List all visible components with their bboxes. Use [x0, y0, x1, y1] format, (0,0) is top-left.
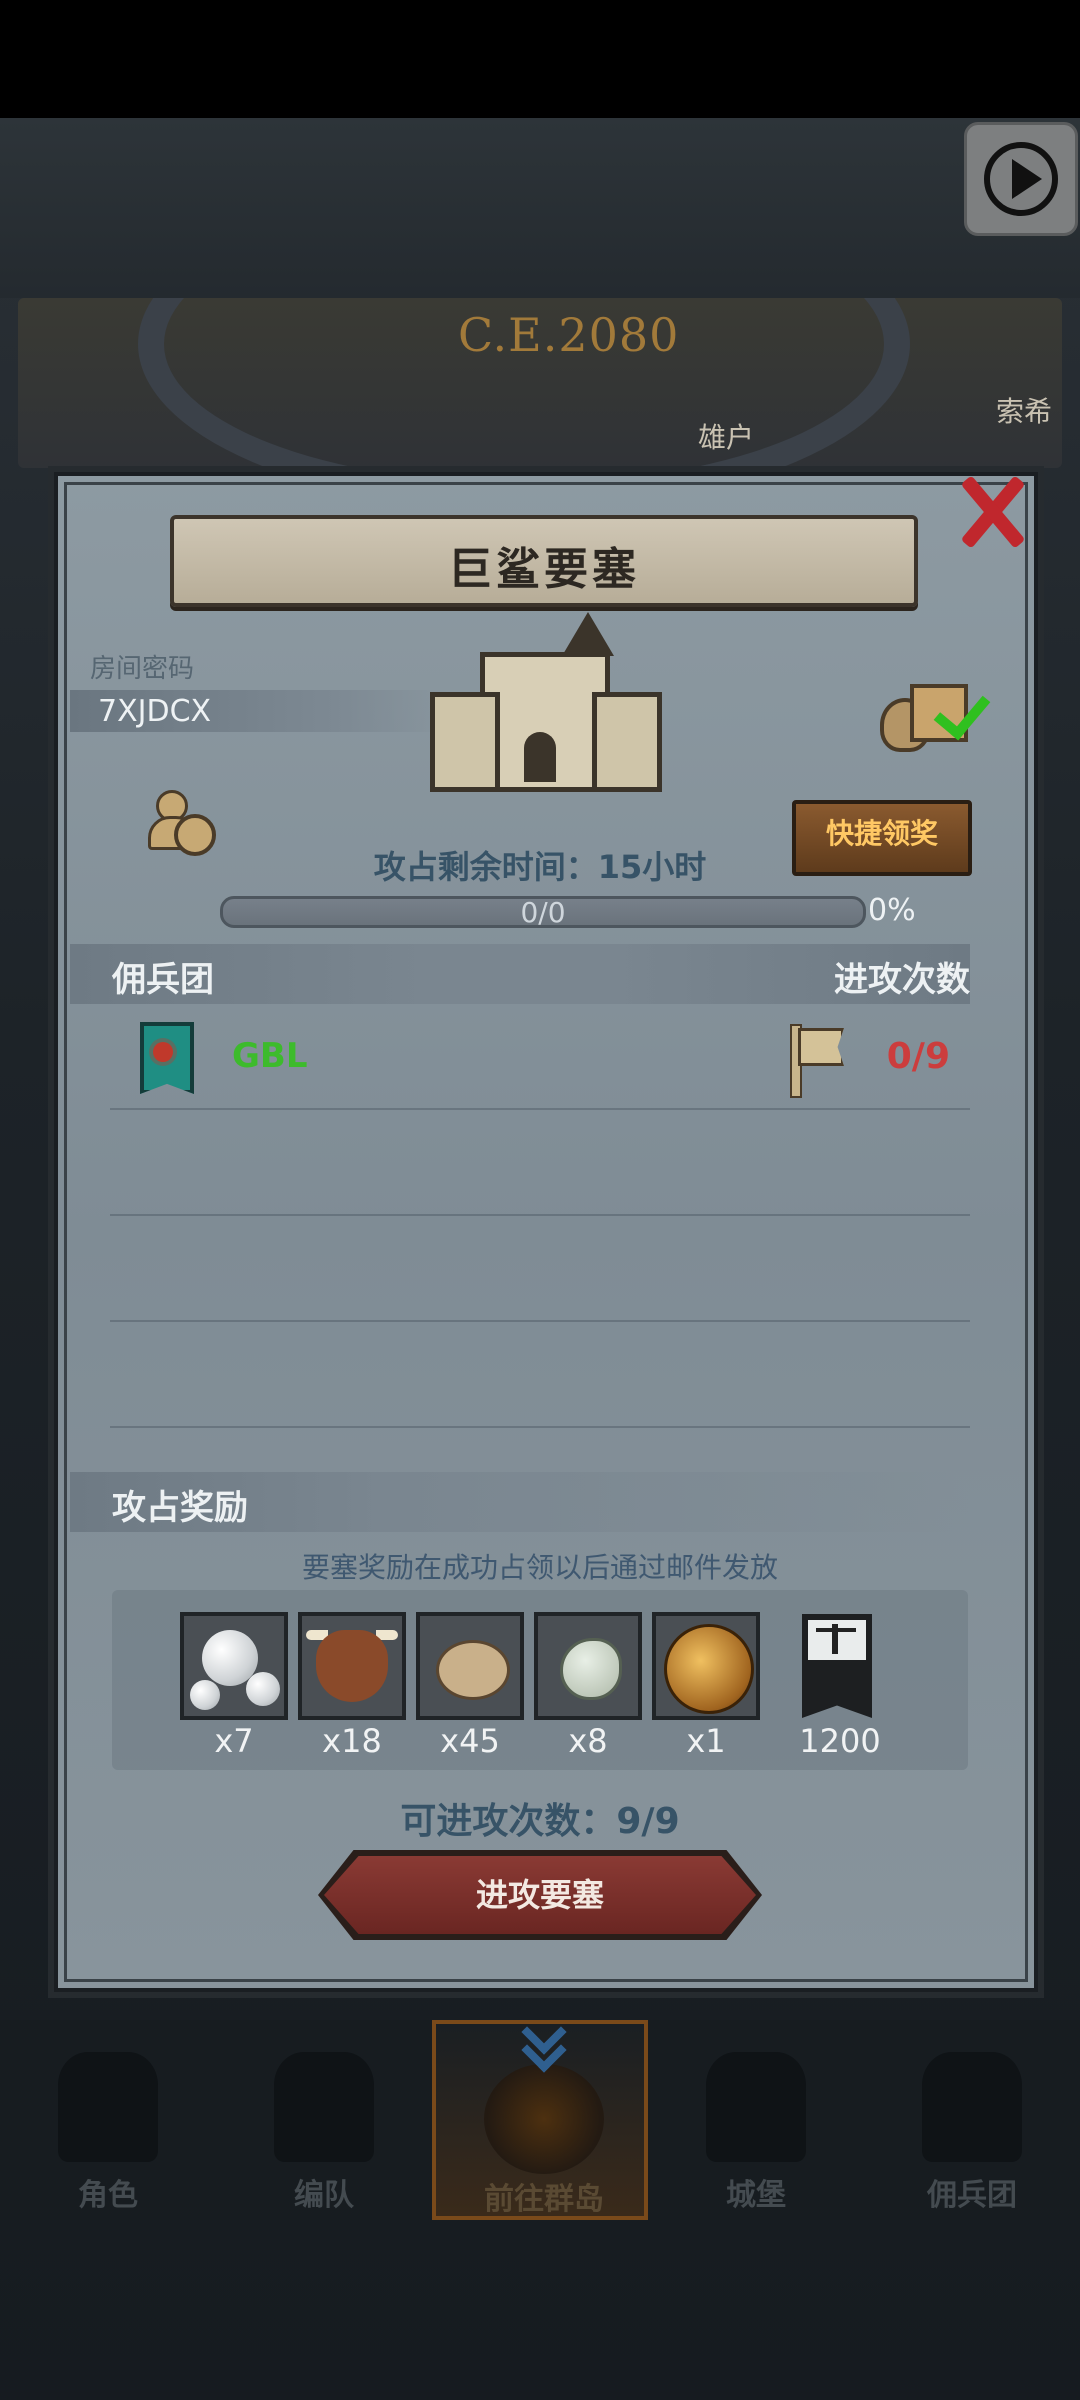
helmet-icon [274, 2052, 374, 2162]
medal-icon [664, 1624, 754, 1714]
flag-icon [784, 1024, 844, 1098]
stone-icon [560, 1638, 622, 1700]
row-divider [110, 1108, 970, 1110]
rewards-note: 要塞奖励在成功占领以后通过邮件发放 [301, 1551, 778, 1584]
reward-qty: x7 [214, 1722, 254, 1760]
castle-icon [420, 612, 662, 792]
row-divider [110, 1320, 970, 1322]
nav-label: 编队 [294, 2178, 354, 2213]
guild-banner-icon [922, 2052, 1022, 2162]
claimed-rewards-icon[interactable] [880, 680, 1000, 752]
town-label: 索希 [996, 395, 1053, 428]
chevron-down-icon [508, 2009, 572, 2073]
rewards-section-title: 攻占奖励 [112, 1488, 248, 1528]
nav-label: 佣兵团 [927, 2178, 1017, 2213]
status-bar [0, 0, 1080, 118]
nav-label: 城堡 [726, 2178, 786, 2213]
reward-item-medal[interactable] [652, 1612, 760, 1720]
era-label: C.E.2080 [458, 308, 680, 362]
room-code-label: 房间密码 [90, 654, 195, 684]
progress-percent: 0% [868, 893, 916, 928]
reward-qty: 1200 [799, 1722, 881, 1760]
castle-nav-icon [706, 2052, 806, 2162]
reward-item-pearl[interactable] [180, 1612, 288, 1720]
attack-fortress-button[interactable]: 进攻要塞 [324, 1856, 756, 1934]
capture-timer: 攻占剩余时间：15小时 [373, 848, 707, 886]
knight-icon [58, 2052, 158, 2162]
nav-label: 角色 [78, 2178, 138, 2213]
video-play-button[interactable] [964, 122, 1078, 236]
guild-emblem-icon [140, 1022, 194, 1094]
sack-icon [436, 1640, 510, 1700]
guild-row[interactable]: GBL 0/9 [70, 1006, 970, 1106]
guild-section-title: 佣兵团 [112, 960, 214, 1000]
town-label: 雄户 [698, 421, 755, 454]
nav-item-guild[interactable]: 佣兵团 [864, 2020, 1080, 2220]
dialog-title: 巨鲨要塞 [448, 544, 640, 595]
reward-item-stone[interactable] [534, 1612, 642, 1720]
capture-progress-bar: 0/0 [220, 896, 866, 929]
row-divider [110, 1426, 970, 1428]
progress-text: 0/0 [520, 896, 566, 929]
close-button[interactable] [950, 470, 1030, 550]
nav-label: 前往群岛 [484, 2182, 604, 2217]
background-map: C.E.2080 雄户 索希 [18, 298, 1062, 468]
guild-attack-count: 0/9 [886, 1036, 950, 1077]
reward-qty: x18 [322, 1722, 382, 1760]
cow-icon [316, 1630, 388, 1702]
reward-item-sack[interactable] [416, 1612, 524, 1720]
nav-item-formation[interactable]: 编队 [216, 2020, 432, 2220]
room-code-value[interactable]: 7XJDCX [98, 694, 211, 729]
islands-globe-icon [484, 2064, 604, 2174]
nav-item-castle[interactable]: 城堡 [648, 2020, 864, 2220]
nav-item-character[interactable]: 角色 [0, 2020, 216, 2220]
row-divider [110, 1214, 970, 1216]
justice-banner-icon[interactable] [802, 1614, 872, 1718]
reward-item-cow[interactable] [298, 1612, 406, 1720]
guild-name: GBL [232, 1036, 308, 1076]
reward-qty: x8 [568, 1722, 608, 1760]
title-banner: 巨鲨要塞 [170, 515, 918, 607]
background-strip [0, 118, 1080, 298]
reward-qty: x1 [686, 1722, 726, 1760]
play-triangle-icon [1012, 159, 1042, 199]
attacks-section-title: 进攻次数 [834, 960, 970, 1000]
reward-qty: x45 [440, 1722, 500, 1760]
remaining-attacks: 可进攻次数：9/9 [400, 1801, 680, 1842]
